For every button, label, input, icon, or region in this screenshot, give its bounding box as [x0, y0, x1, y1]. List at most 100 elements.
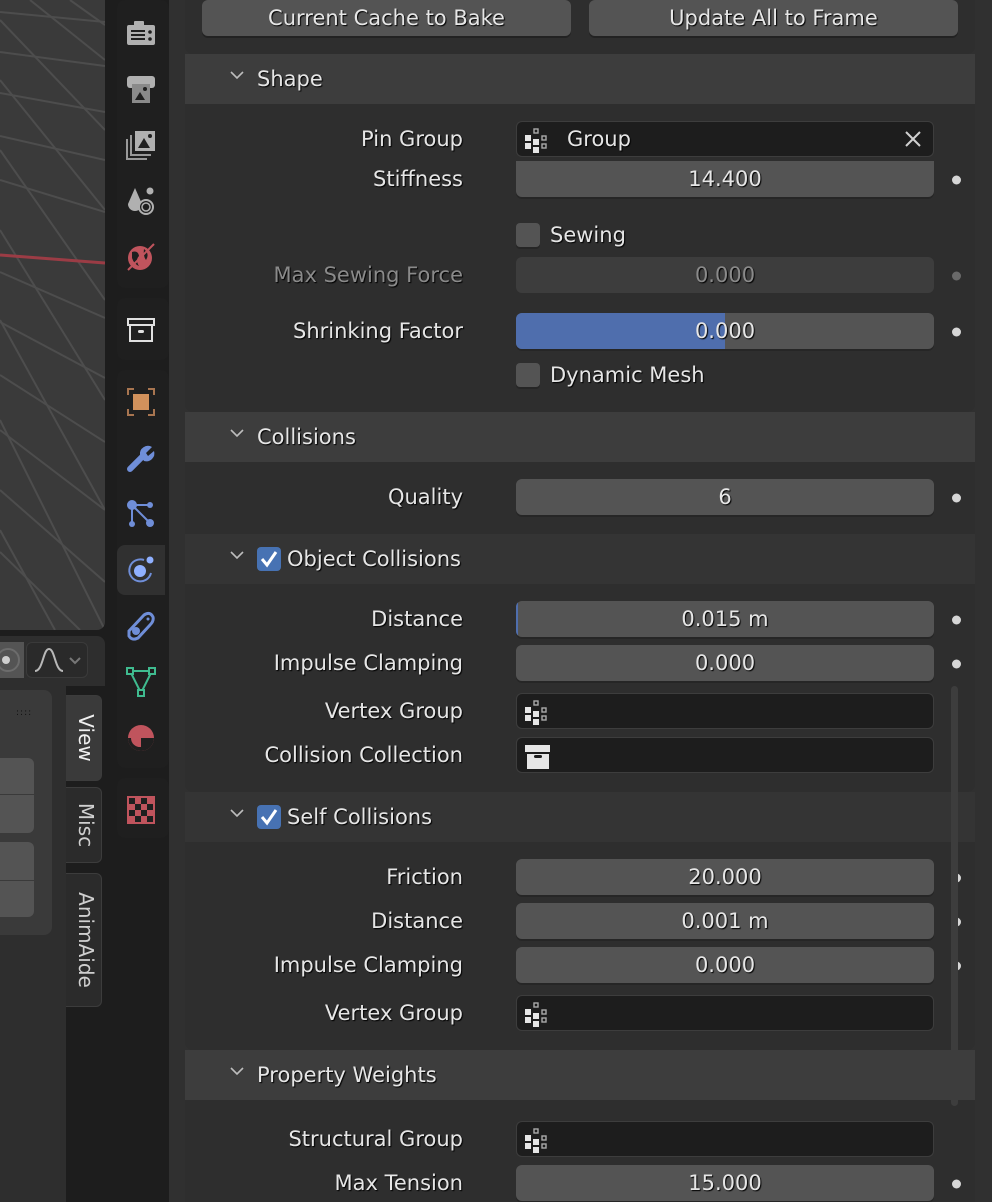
- chevron-down-icon: [230, 1067, 244, 1076]
- stiffness-value: 14.400: [688, 167, 762, 191]
- chevron-down-icon: [230, 71, 244, 80]
- object-collisions-panel: Distance 0.015 m Impulse Clamping 0.000 …: [185, 584, 975, 792]
- object-collisions-checkbox[interactable]: [257, 547, 281, 571]
- max-tension-label: Max Tension: [334, 1171, 463, 1195]
- object-icon: [127, 388, 155, 416]
- tab-physics[interactable]: [117, 545, 165, 595]
- tab-texture[interactable]: [117, 785, 165, 835]
- keyframe-dot[interactable]: [952, 1179, 961, 1189]
- tab-output[interactable]: [117, 64, 165, 114]
- scene-icon: [128, 187, 154, 215]
- shape-panel-header[interactable]: Shape: [185, 54, 975, 104]
- sidebar-button[interactable]: [0, 758, 34, 794]
- friction-label: Friction: [386, 865, 463, 889]
- viewport-header: [0, 636, 105, 686]
- self-vertex-group-field[interactable]: [516, 995, 934, 1031]
- tab-view[interactable]: View: [66, 695, 102, 781]
- tab-view-layer[interactable]: [117, 120, 165, 170]
- keyframe-dot[interactable]: [952, 271, 961, 281]
- tab-modifiers[interactable]: [117, 433, 165, 483]
- tab-mesh-data[interactable]: [117, 657, 165, 707]
- distance-label: Distance: [371, 607, 463, 631]
- keyframe-dot[interactable]: [952, 327, 961, 337]
- max-sewing-force-value: 0.000: [694, 263, 756, 287]
- structural-group-field[interactable]: [516, 1121, 934, 1157]
- vertex-group-icon: [525, 1128, 547, 1153]
- max-tension-field[interactable]: 15.000: [516, 1165, 934, 1201]
- panel-title: Collisions: [257, 425, 356, 449]
- tab-render[interactable]: [117, 8, 165, 58]
- quality-value: 6: [718, 485, 732, 509]
- texture-checker-icon: [127, 796, 155, 824]
- clear-icon[interactable]: [903, 129, 923, 149]
- impulse-clamping-label: Impulse Clamping: [273, 651, 463, 675]
- self-friction-field[interactable]: 20.000: [516, 859, 934, 895]
- proportional-falloff-dropdown[interactable]: [26, 642, 88, 678]
- quality-field[interactable]: 6: [516, 479, 934, 515]
- property-weights-header[interactable]: Property Weights: [185, 1050, 975, 1100]
- tab-collection[interactable]: [117, 305, 165, 355]
- checkbox-box[interactable]: [516, 223, 540, 247]
- keyframe-dot[interactable]: [952, 175, 961, 185]
- collection-box-icon: [525, 745, 550, 769]
- shrinking-factor-value: 0.000: [694, 319, 756, 343]
- self-collisions-checkbox[interactable]: [257, 805, 281, 829]
- proportional-edit-toggle[interactable]: [0, 642, 24, 678]
- constraints-icon: [127, 611, 155, 641]
- self-impulse-clamping-field[interactable]: 0.000: [516, 947, 934, 983]
- wrench-icon: [127, 445, 155, 472]
- self-collisions-header[interactable]: Self Collisions: [185, 792, 975, 842]
- stiffness-label: Stiffness: [373, 167, 463, 191]
- drag-handle-icon[interactable]: ::::: [16, 709, 32, 718]
- sidebar-button[interactable]: [0, 795, 34, 833]
- tab-world[interactable]: [117, 232, 165, 282]
- tab-material[interactable]: [117, 713, 165, 763]
- object-collisions-header[interactable]: Object Collisions: [185, 534, 975, 584]
- sidebar-button[interactable]: [0, 881, 34, 917]
- render-camera-icon: [127, 21, 155, 45]
- properties-scrollbar[interactable]: [951, 686, 958, 1106]
- distance-value: 0.001 m: [681, 909, 769, 933]
- tab-particles[interactable]: [117, 489, 165, 539]
- tab-scene[interactable]: [117, 176, 165, 226]
- 3d-viewport[interactable]: [0, 0, 105, 630]
- tab-constraints[interactable]: [117, 601, 165, 651]
- object-impulse-clamping-field[interactable]: 0.000: [516, 645, 934, 681]
- self-collisions-panel: Friction 20.000 Distance 0.001 m Impulse…: [185, 842, 975, 1050]
- max-tension-value: 15.000: [688, 1171, 762, 1195]
- tab-misc[interactable]: Misc: [66, 787, 102, 863]
- tab-object[interactable]: [117, 377, 165, 427]
- tab-animaide[interactable]: AnimAide: [66, 873, 102, 1007]
- vertex-group-label: Vertex Group: [324, 1001, 463, 1025]
- sewing-checkbox[interactable]: Sewing: [516, 222, 626, 248]
- collision-collection-label: Collision Collection: [264, 743, 464, 767]
- shrinking-factor-slider[interactable]: 0.000: [516, 313, 934, 349]
- collisions-panel-header[interactable]: Collisions: [185, 412, 975, 462]
- keyframe-dot[interactable]: [952, 615, 961, 625]
- friction-value: 20.000: [688, 865, 762, 889]
- keyframe-dot[interactable]: [952, 493, 961, 503]
- dynamic-mesh-checkbox[interactable]: Dynamic Mesh: [516, 362, 705, 388]
- sidebar-panel: ::::: [0, 690, 52, 935]
- pin-group-value: Group: [567, 127, 631, 151]
- object-vertex-group-field[interactable]: [516, 693, 934, 729]
- keyframe-dot[interactable]: [952, 659, 961, 669]
- self-distance-field[interactable]: 0.001 m: [516, 903, 934, 939]
- update-all-to-frame-button[interactable]: Update All to Frame: [589, 0, 958, 36]
- view-layer-images-icon: [126, 131, 155, 160]
- slider-fill: [516, 313, 725, 349]
- current-cache-to-bake-button[interactable]: Current Cache to Bake: [202, 0, 571, 36]
- stiffness-field[interactable]: 14.400: [516, 161, 934, 197]
- pin-group-field[interactable]: Group: [516, 121, 934, 157]
- shape-panel: Pin Group Group Stiffness 14.400 Sewing …: [185, 104, 975, 412]
- checkbox-box[interactable]: [516, 363, 540, 387]
- output-printer-icon: [127, 76, 155, 103]
- max-sewing-force-field[interactable]: 0.000: [516, 257, 934, 293]
- collision-collection-field[interactable]: [516, 737, 934, 773]
- world-icon: [127, 243, 155, 271]
- sidebar-button[interactable]: [0, 842, 34, 880]
- sewing-label: Sewing: [550, 223, 626, 247]
- properties-tab-bar: [113, 0, 169, 1202]
- object-distance-slider[interactable]: 0.015 m: [516, 601, 934, 637]
- checkmark-icon: [260, 551, 278, 568]
